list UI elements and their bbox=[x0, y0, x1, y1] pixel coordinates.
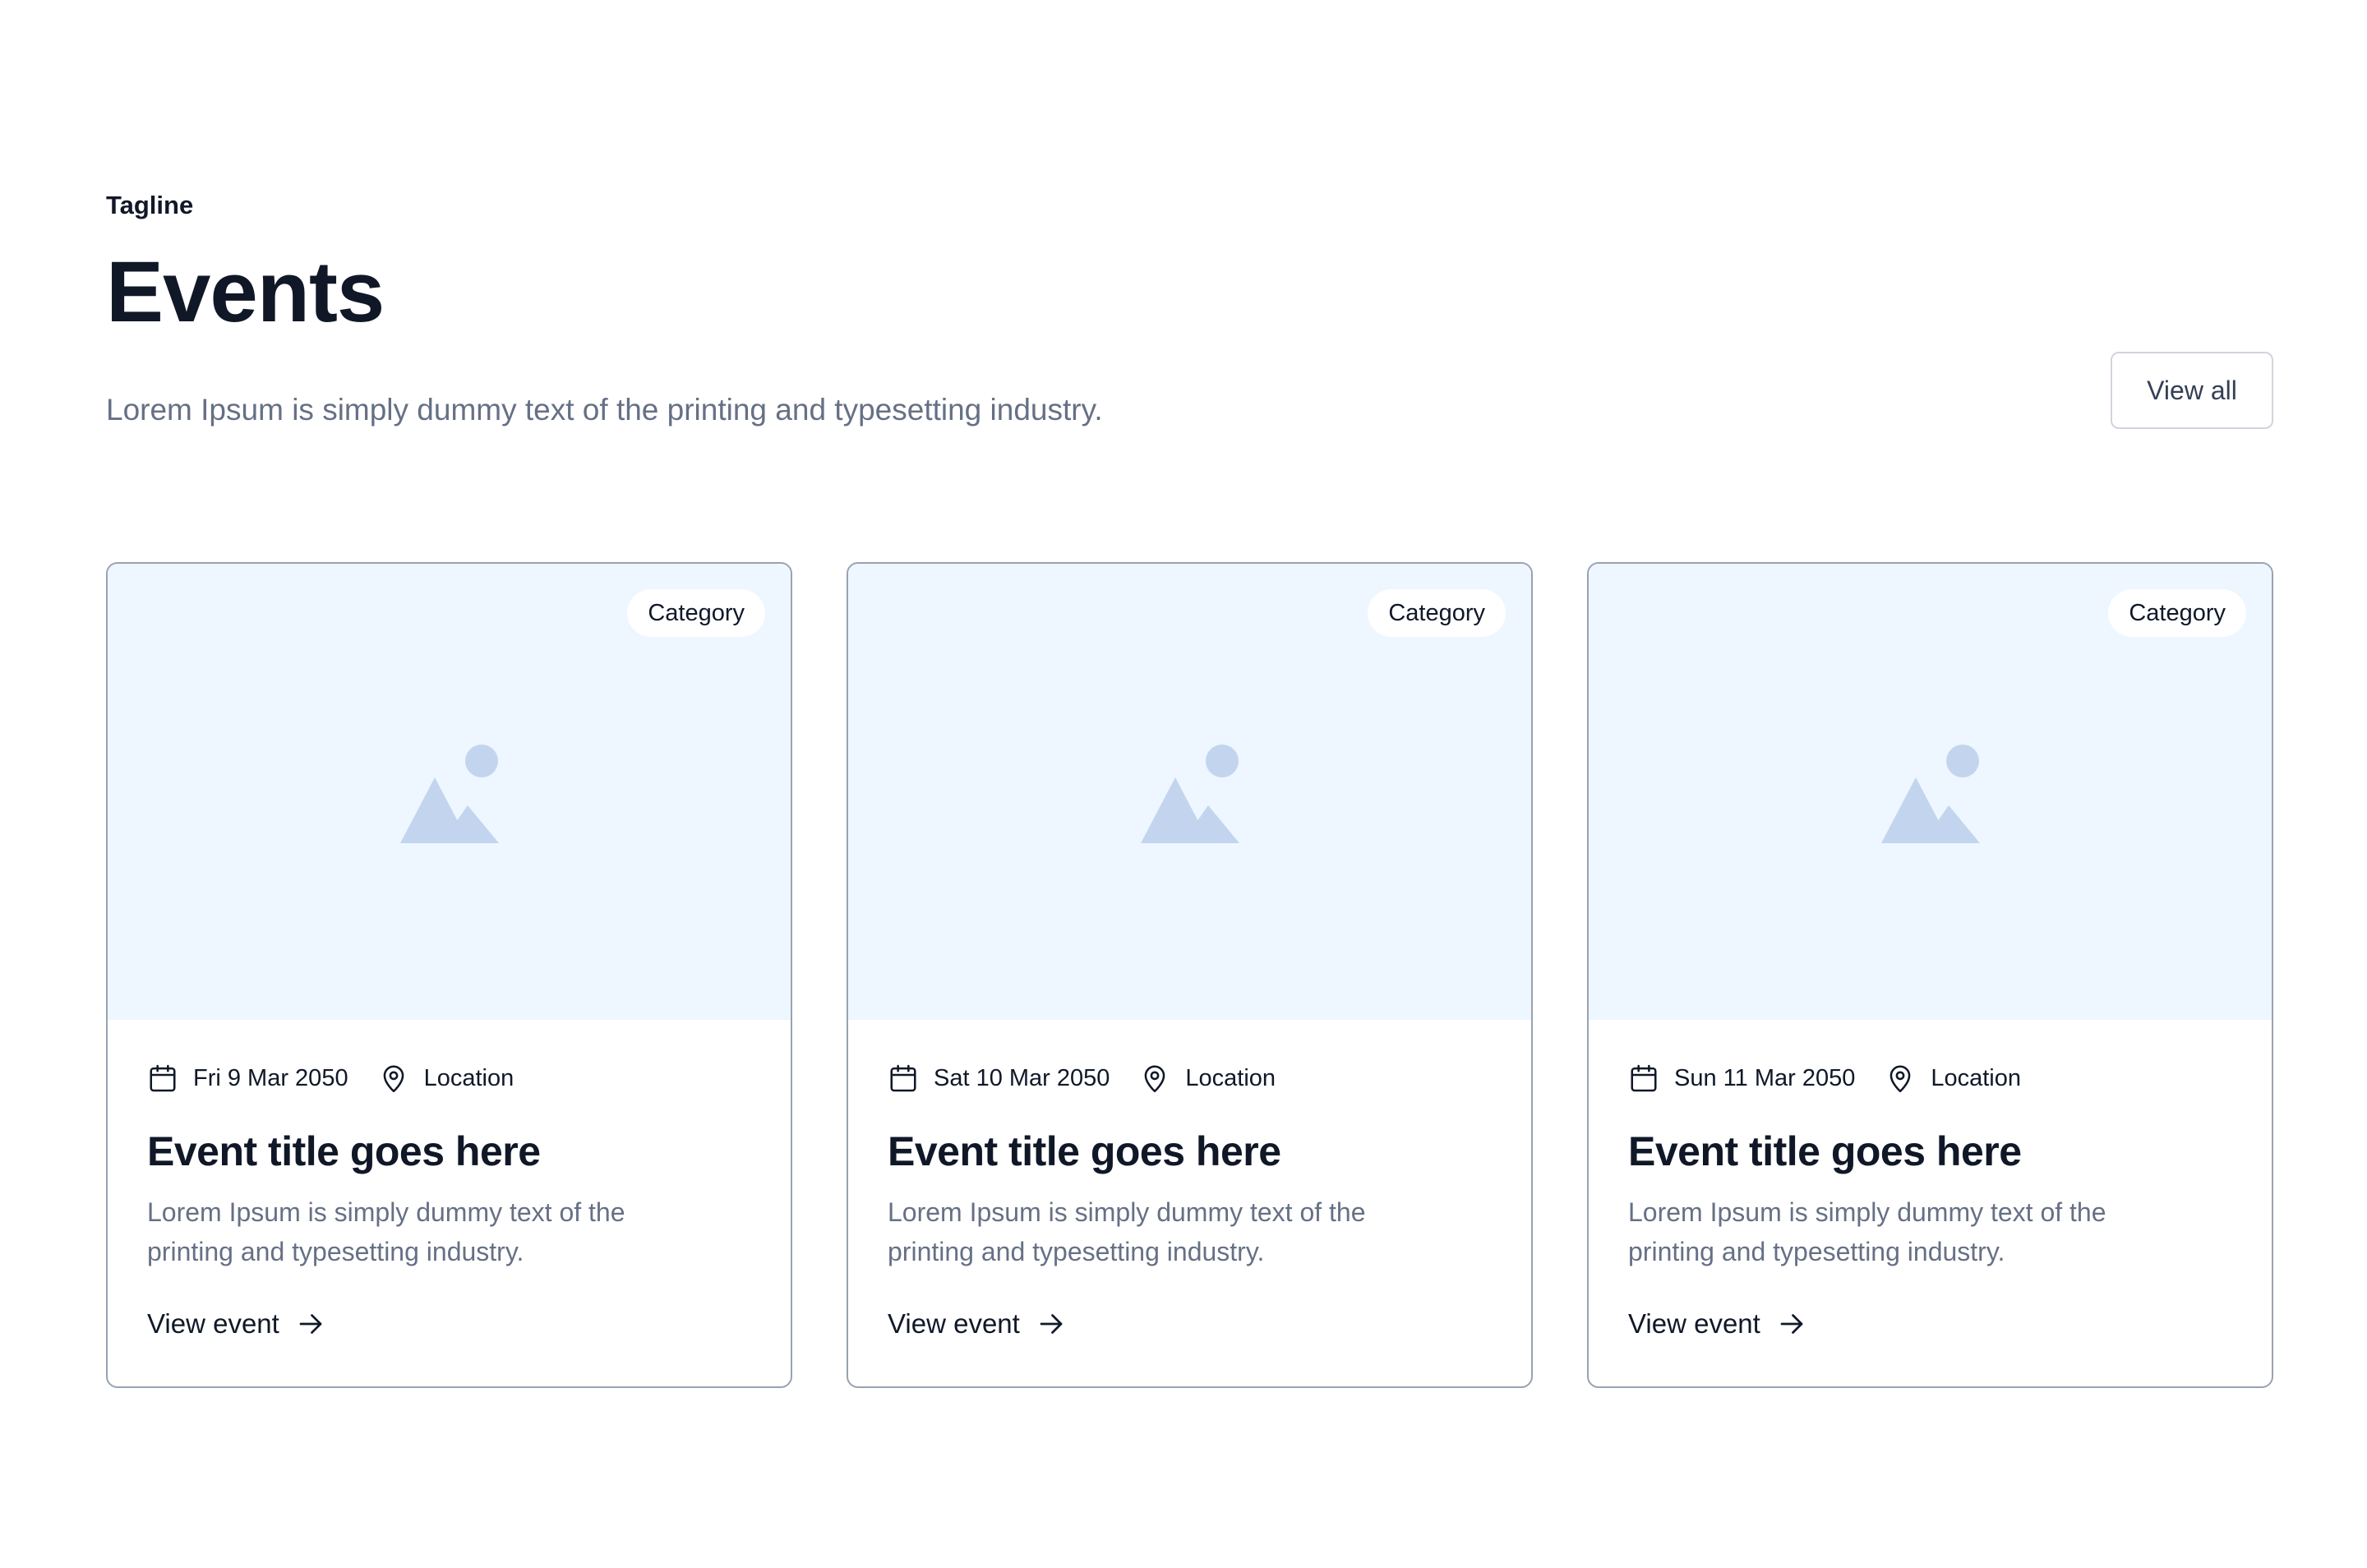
event-location: Location bbox=[1885, 1063, 2021, 1094]
view-event-label: View event bbox=[888, 1308, 1020, 1339]
event-meta: Fri 9 Mar 2050 Location bbox=[147, 1058, 751, 1098]
event-image: Category bbox=[108, 564, 791, 1020]
image-placeholder-icon bbox=[1880, 745, 1980, 843]
event-location-text: Location bbox=[423, 1064, 514, 1091]
event-title: Event title goes here bbox=[1628, 1128, 2022, 1174]
tagline: Tagline bbox=[106, 191, 194, 219]
event-location-text: Location bbox=[1185, 1064, 1276, 1091]
event-meta: Sun 11 Mar 2050 Location bbox=[1628, 1058, 2232, 1098]
event-date: Sun 11 Mar 2050 bbox=[1628, 1063, 1855, 1094]
section-description: Lorem Ipsum is simply dummy text of the … bbox=[106, 393, 1103, 427]
event-date-text: Sat 10 Mar 2050 bbox=[934, 1064, 1110, 1091]
event-meta: Sat 10 Mar 2050 Location bbox=[888, 1058, 1492, 1098]
view-all-button[interactable]: View all bbox=[2111, 352, 2273, 429]
event-card: Category Fri 9 Mar 2050 Location Event t… bbox=[106, 562, 792, 1388]
card-body: Sun 11 Mar 2050 Location Event title goe… bbox=[1589, 1058, 2272, 1340]
section-header: Tagline Events Lorem Ipsum is simply dum… bbox=[106, 187, 2273, 450]
card-body: Fri 9 Mar 2050 Location Event title goes… bbox=[108, 1058, 791, 1340]
event-description: Lorem Ipsum is simply dummy text of the … bbox=[147, 1197, 625, 1266]
view-event-link[interactable]: View event bbox=[888, 1308, 1066, 1340]
view-event-link[interactable]: View event bbox=[147, 1308, 325, 1340]
event-location-text: Location bbox=[1931, 1064, 2021, 1091]
calendar-icon bbox=[1631, 1064, 1657, 1092]
event-title: Event title goes here bbox=[888, 1128, 1281, 1174]
view-event-link[interactable]: View event bbox=[1628, 1308, 1806, 1340]
event-date: Sat 10 Mar 2050 bbox=[888, 1063, 1110, 1094]
event-image: Category bbox=[1589, 564, 2272, 1020]
calendar-icon bbox=[890, 1064, 916, 1092]
arrow-right-icon bbox=[1780, 1314, 1803, 1334]
event-image: Category bbox=[848, 564, 1531, 1020]
card-body: Sat 10 Mar 2050 Location Event title goe… bbox=[848, 1058, 1531, 1340]
event-location: Location bbox=[1139, 1063, 1276, 1094]
event-date-text: Sun 11 Mar 2050 bbox=[1674, 1064, 1856, 1091]
event-card: Category Sat 10 Mar 2050 Location Event … bbox=[847, 562, 1533, 1388]
event-date-text: Fri 9 Mar 2050 bbox=[193, 1064, 348, 1091]
image-placeholder-icon bbox=[1140, 745, 1239, 843]
category-badge: Category bbox=[1368, 589, 1506, 637]
event-description: Lorem Ipsum is simply dummy text of the … bbox=[888, 1197, 1366, 1266]
map-pin-icon bbox=[1889, 1065, 1911, 1093]
arrow-right-icon bbox=[1040, 1314, 1063, 1334]
event-location: Location bbox=[378, 1063, 514, 1094]
calendar-icon bbox=[150, 1064, 176, 1092]
event-description: Lorem Ipsum is simply dummy text of the … bbox=[1628, 1197, 2106, 1266]
view-event-label: View event bbox=[147, 1308, 279, 1339]
page-title: Events bbox=[106, 244, 385, 340]
image-placeholder-icon bbox=[399, 745, 499, 843]
view-event-label: View event bbox=[1628, 1308, 1760, 1339]
map-pin-icon bbox=[1145, 1065, 1165, 1093]
event-title: Event title goes here bbox=[147, 1128, 541, 1174]
event-cards: Category Fri 9 Mar 2050 Location Event t… bbox=[106, 562, 2273, 1388]
event-date: Fri 9 Mar 2050 bbox=[147, 1063, 348, 1094]
events-section: Tagline Events Lorem Ipsum is simply dum… bbox=[106, 187, 2273, 1388]
event-card: Category Sun 11 Mar 2050 Location Event … bbox=[1587, 562, 2273, 1388]
category-badge: Category bbox=[2108, 589, 2246, 637]
arrow-right-icon bbox=[299, 1314, 322, 1334]
category-badge: Category bbox=[627, 589, 765, 637]
map-pin-icon bbox=[383, 1065, 404, 1093]
